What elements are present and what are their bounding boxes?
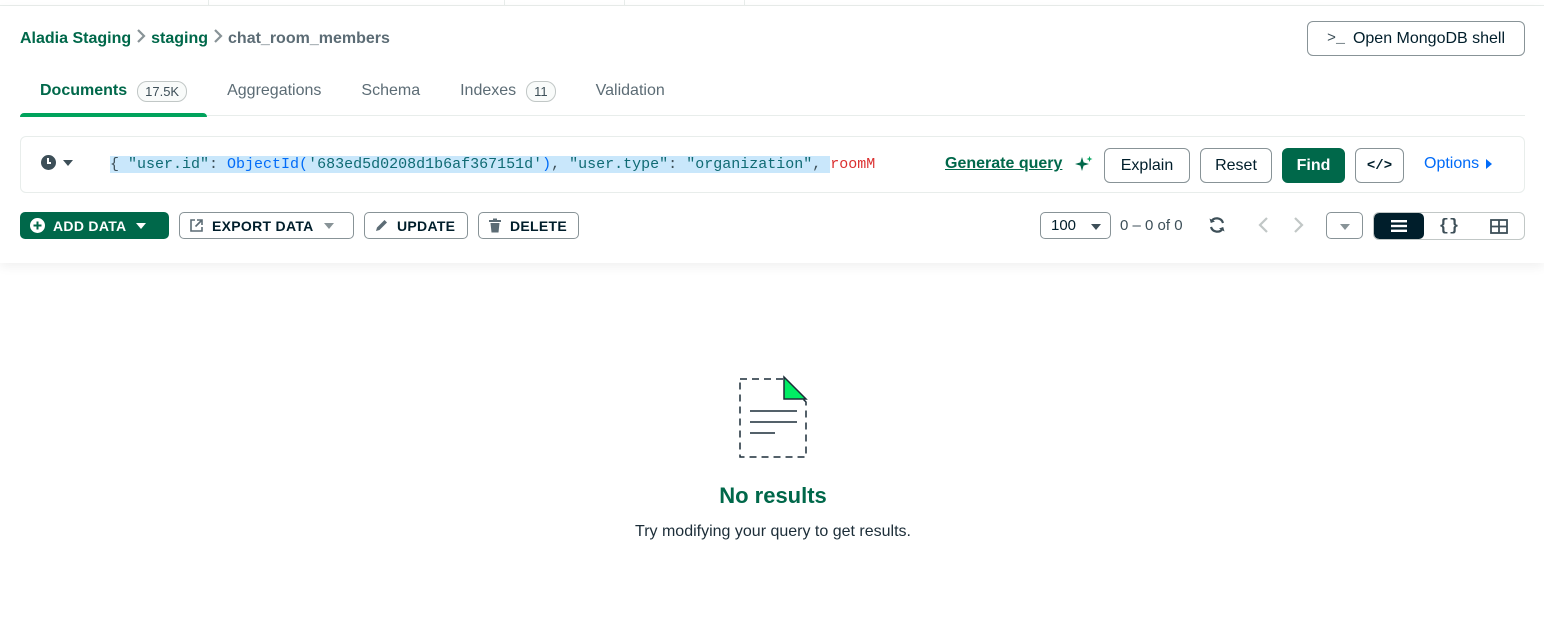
delete-label: DELETE bbox=[510, 217, 568, 234]
code-icon[interactable]: </> bbox=[1355, 148, 1404, 183]
query-history-button[interactable] bbox=[41, 155, 73, 170]
caret-right-icon bbox=[1486, 159, 1493, 169]
indexes-count-badge: 11 bbox=[526, 80, 556, 102]
find-button[interactable]: Find bbox=[1282, 148, 1345, 183]
empty-state-subtitle: Try modifying your query to get results. bbox=[635, 523, 911, 540]
tab-documents-label: Documents bbox=[40, 82, 128, 99]
json-view-icon[interactable]: {} bbox=[1424, 213, 1474, 239]
breadcrumb: Aladia Staging staging chat_room_members bbox=[20, 29, 390, 48]
query-token: roomM bbox=[830, 156, 876, 173]
tab-aggregations-label: Aggregations bbox=[227, 82, 322, 99]
view-switcher: {} bbox=[1373, 212, 1525, 240]
tab-schema-label: Schema bbox=[361, 82, 421, 99]
open-shell-button[interactable]: >_ Open MongoDB shell bbox=[1307, 21, 1525, 56]
chevron-right-icon bbox=[208, 29, 228, 48]
query-token: , bbox=[812, 156, 831, 173]
explain-button[interactable]: Explain bbox=[1104, 148, 1190, 183]
tab-schema[interactable]: Schema bbox=[341, 66, 440, 116]
delete-button[interactable]: DELETE bbox=[478, 212, 579, 239]
add-data-button[interactable]: ADD DATA bbox=[20, 212, 169, 239]
export-data-label: EXPORT DATA bbox=[212, 217, 314, 234]
collection-header: Aladia Staging staging chat_room_members… bbox=[0, 6, 1544, 263]
view-options-dropdown[interactable] bbox=[1326, 212, 1363, 239]
export-icon bbox=[189, 218, 204, 233]
query-token: "user.type" bbox=[569, 156, 669, 173]
caret-down-icon bbox=[323, 222, 334, 229]
empty-document-icon bbox=[737, 375, 809, 468]
next-page-icon[interactable] bbox=[1288, 214, 1308, 236]
generate-query-link[interactable]: Generate query bbox=[945, 155, 1062, 173]
previous-page-icon[interactable] bbox=[1254, 214, 1274, 236]
plus-circle-icon bbox=[30, 218, 45, 233]
add-data-label: ADD DATA bbox=[53, 217, 127, 234]
page-size-value: 100 bbox=[1051, 217, 1077, 234]
options-label: Options bbox=[1424, 155, 1480, 172]
refresh-icon[interactable] bbox=[1207, 215, 1227, 235]
query-token: : bbox=[209, 156, 228, 173]
query-token: ) bbox=[542, 156, 552, 173]
query-selection: { "user.id": ObjectId('683ed5d0208d1b6af… bbox=[110, 156, 831, 173]
query-bar: { "user.id": ObjectId('683ed5d0208d1b6af… bbox=[20, 136, 1525, 193]
list-view-icon[interactable] bbox=[1374, 213, 1424, 239]
pagination-range: 0 – 0 of 0 bbox=[1120, 217, 1183, 234]
tab-indexes-label: Indexes bbox=[460, 82, 517, 99]
export-data-button[interactable]: EXPORT DATA bbox=[179, 212, 354, 239]
caret-down-icon bbox=[1340, 224, 1350, 230]
query-token: "user.id" bbox=[128, 156, 210, 173]
tab-documents[interactable]: Documents 17.5K bbox=[20, 66, 208, 117]
tab-aggregations[interactable]: Aggregations bbox=[207, 66, 341, 116]
collection-tabs: Documents 17.5K Aggregations Schema Inde… bbox=[20, 66, 1525, 117]
tab-indexes[interactable]: Indexes 11 bbox=[440, 66, 576, 116]
query-token: '683ed5d0208d1b6af367151d' bbox=[308, 156, 543, 173]
caret-down-icon bbox=[136, 222, 147, 229]
update-button[interactable]: UPDATE bbox=[364, 212, 468, 239]
query-filter-input[interactable]: { "user.id": ObjectId('683ed5d0208d1b6af… bbox=[110, 155, 934, 175]
options-toggle[interactable]: Options bbox=[1424, 155, 1493, 173]
documents-count-badge: 17.5K bbox=[137, 80, 188, 102]
documents-toolbar: ADD DATA EXPORT DATA UPDATE DELETE 100 0… bbox=[20, 212, 1525, 240]
page-size-select[interactable]: 100 bbox=[1040, 212, 1111, 239]
breadcrumb-cluster[interactable]: Aladia Staging bbox=[20, 30, 131, 48]
breadcrumb-database[interactable]: staging bbox=[151, 30, 208, 48]
query-token: "organization" bbox=[686, 156, 813, 173]
query-token: { bbox=[110, 156, 129, 173]
query-token: ObjectId( bbox=[227, 156, 309, 173]
reset-button[interactable]: Reset bbox=[1200, 148, 1272, 183]
chevron-right-icon bbox=[131, 29, 151, 48]
query-token: : bbox=[668, 156, 687, 173]
tab-validation[interactable]: Validation bbox=[576, 66, 685, 116]
empty-state-title: No results bbox=[719, 483, 827, 508]
caret-down-icon bbox=[63, 159, 73, 166]
table-view-icon[interactable] bbox=[1474, 213, 1524, 239]
terminal-icon: >_ bbox=[1326, 30, 1345, 47]
breadcrumb-collection: chat_room_members bbox=[228, 29, 390, 47]
clock-icon bbox=[41, 155, 56, 170]
update-label: UPDATE bbox=[397, 217, 456, 234]
sparkle-icon[interactable] bbox=[1074, 155, 1094, 175]
tab-validation-label: Validation bbox=[595, 82, 665, 99]
open-shell-label: Open MongoDB shell bbox=[1352, 29, 1506, 47]
caret-down-icon bbox=[1091, 224, 1101, 230]
pencil-icon bbox=[374, 218, 389, 233]
trash-icon bbox=[488, 218, 502, 233]
query-token: , bbox=[551, 156, 570, 173]
